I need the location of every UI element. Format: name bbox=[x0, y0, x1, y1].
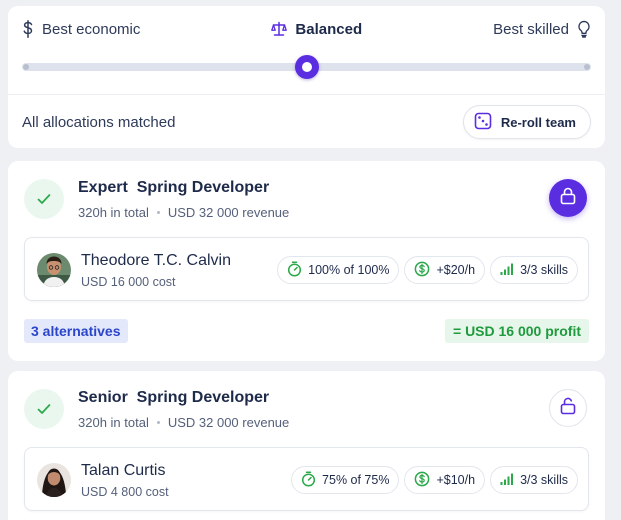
strategy-balanced[interactable]: Balanced bbox=[271, 21, 362, 38]
role-meta: 320h in total USD 32 000 revenue bbox=[78, 205, 289, 220]
rate-value: +$10/h bbox=[436, 473, 476, 487]
member-stats: 75% of 75% +$10/h 3/3 skills bbox=[291, 466, 578, 494]
check-icon bbox=[24, 179, 64, 219]
allocation-value: 100% of 100% bbox=[308, 263, 390, 277]
skills-value: 3/3 skills bbox=[520, 263, 568, 277]
allocation-pill: 75% of 75% bbox=[291, 466, 400, 494]
skills-value: 3/3 skills bbox=[520, 473, 568, 487]
unlock-icon bbox=[560, 397, 576, 420]
rate-pill: +$20/h bbox=[404, 256, 486, 284]
role-card: Senior Spring Developer 320h in total US… bbox=[8, 371, 605, 520]
rate-pill: +$10/h bbox=[404, 466, 486, 494]
role-meta: 320h in total USD 32 000 revenue bbox=[78, 415, 289, 430]
separator-dot bbox=[156, 421, 160, 424]
profit-badge: = USD 16 000 profit bbox=[445, 319, 589, 343]
allocation-pill: 100% of 100% bbox=[277, 256, 400, 284]
slider-min-marker bbox=[23, 64, 29, 70]
member-stats: 100% of 100% +$20/h 3/3 skills bbox=[277, 256, 578, 284]
role-title: Expert Spring Developer bbox=[78, 179, 270, 196]
reroll-team-label: Re-roll team bbox=[500, 114, 576, 130]
timer-icon bbox=[301, 470, 316, 490]
strategy-card: Best economic Balanced Best skilled All … bbox=[8, 6, 605, 148]
lock-button[interactable] bbox=[549, 179, 587, 217]
reroll-team-button[interactable]: Re-roll team bbox=[462, 105, 591, 139]
slider-max-marker bbox=[584, 64, 590, 70]
unlock-button[interactable] bbox=[549, 389, 587, 427]
role-card: Expert Spring Developer 320h in total US… bbox=[8, 161, 605, 361]
role-revenue: USD 32 000 revenue bbox=[167, 205, 290, 220]
assigned-member[interactable]: Theodore T.C. Calvin USD 16 000 cost 100… bbox=[24, 237, 589, 301]
money-icon bbox=[414, 261, 430, 280]
role-hours: 320h in total bbox=[78, 415, 149, 430]
role-hours: 320h in total bbox=[78, 205, 149, 220]
strategy-options: Best economic Balanced Best skilled bbox=[22, 20, 591, 38]
skills-pill: 3/3 skills bbox=[490, 466, 578, 494]
scale-icon bbox=[271, 21, 288, 37]
allocation-value: 75% of 75% bbox=[322, 473, 390, 487]
strategy-best-economic[interactable]: Best economic bbox=[22, 20, 140, 38]
member-cost: USD 4 800 cost bbox=[81, 485, 169, 499]
strategy-best-skilled[interactable]: Best skilled bbox=[493, 20, 591, 38]
avatar bbox=[37, 253, 71, 287]
assigned-member[interactable]: Talan Curtis USD 4 800 cost 75% of 75% +… bbox=[24, 447, 589, 511]
check-icon bbox=[24, 389, 64, 429]
member-name: Theodore T.C. Calvin bbox=[81, 252, 231, 269]
allocation-status: All allocations matched bbox=[22, 114, 176, 131]
separator-dot bbox=[156, 211, 160, 214]
alternatives-link[interactable]: 3 alternatives bbox=[24, 319, 128, 343]
divider bbox=[8, 94, 605, 95]
strategy-best-skilled-label: Best skilled bbox=[493, 20, 569, 38]
signal-icon bbox=[500, 263, 514, 278]
slider-thumb[interactable] bbox=[294, 55, 319, 79]
skills-pill: 3/3 skills bbox=[490, 256, 578, 284]
strategy-best-economic-label: Best economic bbox=[42, 20, 141, 38]
role-revenue: USD 32 000 revenue bbox=[167, 415, 290, 430]
member-name: Talan Curtis bbox=[81, 462, 166, 479]
dollar-icon bbox=[22, 20, 34, 38]
rate-value: +$20/h bbox=[436, 263, 476, 277]
signal-icon bbox=[500, 473, 514, 488]
timer-icon bbox=[287, 260, 302, 280]
strategy-slider[interactable] bbox=[22, 55, 591, 79]
avatar bbox=[37, 463, 71, 497]
money-icon bbox=[414, 471, 430, 490]
strategy-balanced-label: Balanced bbox=[295, 20, 363, 38]
role-title: Senior Spring Developer bbox=[78, 389, 270, 406]
lightbulb-icon bbox=[577, 20, 591, 38]
dice-icon bbox=[474, 112, 492, 133]
lock-icon bbox=[560, 187, 576, 210]
member-cost: USD 16 000 cost bbox=[81, 275, 176, 289]
